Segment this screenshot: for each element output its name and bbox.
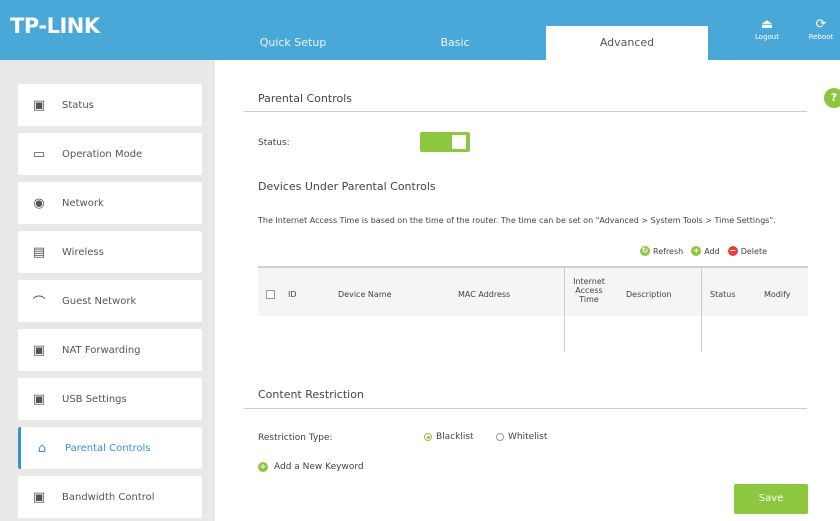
col-status: Status	[710, 290, 736, 299]
section-title-parental-controls: Parental Controls	[258, 92, 352, 105]
table-header: ID Device Name MAC Address Internet Acce…	[258, 268, 808, 316]
restriction-type-label: Restriction Type:	[258, 433, 333, 443]
bandwidth-icon: ▣	[32, 489, 46, 505]
sidebar-item-wireless[interactable]: ▤ Wireless	[18, 231, 202, 273]
col-description: Description	[626, 290, 672, 299]
plus-icon: +	[258, 462, 268, 472]
divider	[244, 111, 807, 112]
status-toggle[interactable]	[420, 132, 470, 152]
blacklist-radio[interactable]: Blacklist	[424, 432, 474, 442]
wireless-icon: ▤	[32, 244, 46, 260]
tab-basic[interactable]: Basic	[395, 26, 515, 60]
sidebar-item-label: NAT Forwarding	[62, 344, 141, 356]
whitelist-radio[interactable]: Whitelist	[496, 432, 547, 442]
toggle-knob	[452, 135, 466, 149]
nat-icon: ▣	[32, 342, 46, 358]
status-icon: ▣	[32, 97, 46, 113]
refresh-label: Refresh	[653, 246, 684, 256]
family-icon: ⌂	[37, 440, 47, 456]
radio-unselected	[496, 433, 504, 441]
sidebar-item-label: USB Settings	[62, 393, 127, 405]
whitelist-label: Whitelist	[508, 432, 548, 442]
col-modify: Modify	[764, 290, 791, 299]
sidebar-item-label: Bandwidth Control	[62, 491, 155, 503]
col-internet-access-time: Internet Access Time	[573, 277, 605, 304]
column-divider	[564, 268, 565, 352]
sidebar-item-label: Wireless	[62, 246, 104, 258]
sidebar-item-label: Network	[62, 197, 104, 209]
monitor-icon: ▭	[32, 146, 46, 162]
tab-advanced[interactable]: Advanced	[546, 26, 708, 60]
refresh-icon: ↻	[640, 246, 650, 256]
blacklist-label: Blacklist	[436, 432, 474, 442]
col-mac-address: MAC Address	[458, 290, 511, 299]
minus-icon: −	[727, 246, 738, 256]
divider	[244, 408, 807, 409]
usb-icon: ▣	[32, 391, 46, 407]
guest-icon: ⌒	[32, 295, 46, 311]
reboot-icon[interactable]: ⟳ Reboot	[806, 18, 836, 42]
logout-label: Logout	[755, 33, 779, 41]
sidebar-item-nat-forwarding[interactable]: ▣ NAT Forwarding	[18, 329, 202, 371]
sidebar-item-parental-controls[interactable]: ⌂ Parental Controls	[18, 427, 202, 469]
save-button[interactable]: Save	[734, 484, 808, 514]
sidebar-item-bandwidth-control[interactable]: ▣ Bandwidth Control	[18, 476, 202, 518]
time-description: The Internet Access Time is based on the…	[258, 216, 776, 225]
tab-quick-setup[interactable]: Quick Setup	[233, 26, 353, 60]
add-keyword-button[interactable]: + Add a New Keyword	[258, 462, 364, 472]
status-label: Status:	[258, 138, 290, 148]
sidebar-item-guest-network[interactable]: ⌒ Guest Network	[18, 280, 202, 322]
tp-link-logo: TP-LINK	[10, 14, 100, 38]
col-id: ID	[288, 290, 297, 299]
section-title-content-restriction: Content Restriction	[258, 388, 364, 401]
sidebar-item-label: Parental Controls	[65, 442, 151, 454]
sidebar-item-usb-settings[interactable]: ▣ USB Settings	[18, 378, 202, 420]
help-icon[interactable]: ?	[824, 88, 840, 108]
sidebar-item-operation-mode[interactable]: ▭ Operation Mode	[18, 133, 202, 175]
sidebar-item-label: Status	[62, 99, 94, 111]
sidebar: ▣ Status ▭ Operation Mode ◉ Network ▤ Wi…	[0, 60, 215, 521]
radio-selected	[424, 433, 432, 441]
col-device-name: Device Name	[338, 290, 392, 299]
add-button[interactable]: + Add	[691, 246, 720, 256]
table-actions: ↻ Refresh + Add − Delete	[640, 246, 767, 256]
sidebar-item-status[interactable]: ▣ Status	[18, 84, 202, 126]
refresh-button[interactable]: ↻ Refresh	[640, 246, 683, 256]
column-divider	[701, 268, 702, 352]
top-header: TP-LINK Quick Setup Basic Advanced ⏏ Logo…	[0, 0, 840, 60]
devices-title: Devices Under Parental Controls	[258, 180, 436, 193]
sidebar-item-label: Operation Mode	[62, 148, 143, 160]
sidebar-item-network[interactable]: ◉ Network	[18, 182, 202, 224]
sidebar-item-label: Guest Network	[62, 295, 137, 307]
globe-icon: ◉	[33, 195, 45, 211]
delete-label: Delete	[740, 246, 768, 256]
plus-icon: +	[691, 246, 702, 256]
reboot-label: Reboot	[808, 33, 834, 41]
logout-icon[interactable]: ⏏ Logout	[752, 18, 782, 42]
devices-table: ID Device Name MAC Address Internet Acce…	[258, 266, 808, 352]
select-all-checkbox[interactable]	[266, 290, 275, 299]
add-keyword-label: Add a New Keyword	[274, 462, 364, 472]
delete-button[interactable]: − Delete	[727, 246, 768, 256]
add-label: Add	[704, 246, 720, 256]
